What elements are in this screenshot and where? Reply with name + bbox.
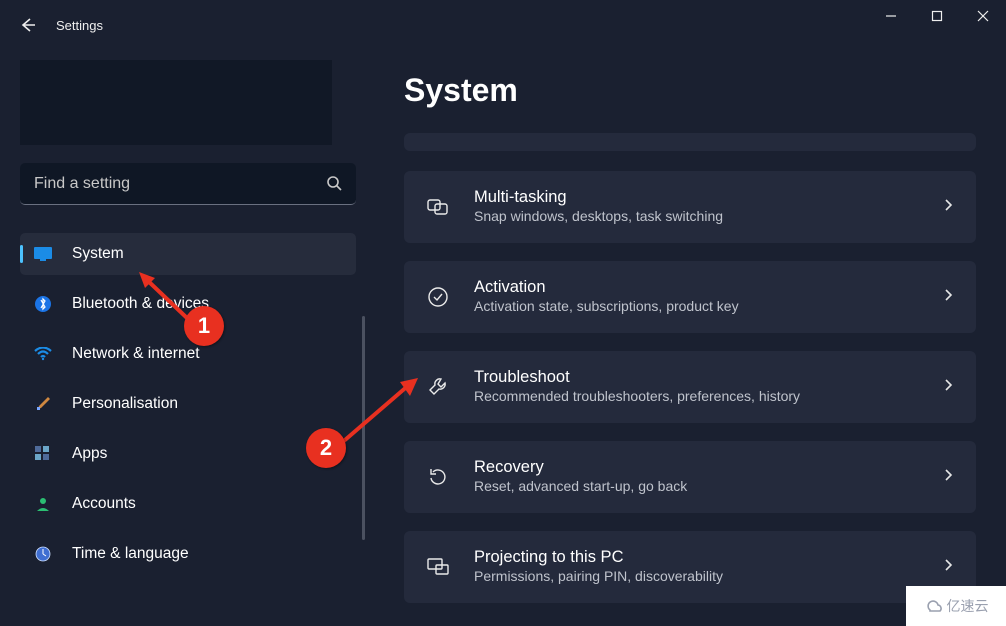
minimize-button[interactable] (868, 1, 914, 31)
wifi-icon (34, 345, 52, 363)
row-recovery[interactable]: Recovery Reset, advanced start-up, go ba… (404, 441, 976, 513)
sidebar: System Bluetooth & devices Network & int… (0, 60, 360, 583)
row-troubleshoot[interactable]: Troubleshoot Recommended troubleshooters… (404, 351, 976, 423)
recovery-icon (426, 465, 450, 489)
chevron-right-icon (942, 198, 954, 216)
sidebar-item-label: Bluetooth & devices (72, 295, 209, 313)
main-content: System Multi-tasking Snap windows, deskt… (404, 72, 976, 621)
sidebar-item-label: Time & language (72, 545, 189, 563)
sidebar-item-label: Personalisation (72, 395, 178, 413)
row-projecting[interactable]: Projecting to this PC Permissions, pairi… (404, 531, 976, 603)
page-title: System (404, 72, 976, 109)
sidebar-item-time-language[interactable]: Time & language (20, 533, 356, 575)
titlebar: Settings (0, 0, 1006, 50)
bluetooth-icon (34, 295, 52, 313)
back-arrow-icon (20, 17, 36, 33)
sidebar-item-label: Apps (72, 445, 107, 463)
minimize-icon (885, 10, 897, 22)
profile-panel (20, 60, 332, 145)
row-desc: Recommended troubleshooters, preferences… (474, 387, 800, 406)
sidebar-item-label: Accounts (72, 495, 136, 513)
row-title: Recovery (474, 458, 687, 478)
annotation-marker-1: 1 (184, 306, 224, 346)
sidebar-item-label: System (72, 245, 124, 263)
clock-globe-icon (34, 545, 52, 563)
sidebar-scrollbar[interactable] (362, 316, 365, 540)
person-icon (34, 495, 52, 513)
projecting-icon (426, 555, 450, 579)
sidebar-item-system[interactable]: System (20, 233, 356, 275)
row-multi-tasking[interactable]: Multi-tasking Snap windows, desktops, ta… (404, 171, 976, 243)
row-title: Activation (474, 278, 739, 298)
close-icon (977, 10, 989, 22)
row-activation[interactable]: Activation Activation state, subscriptio… (404, 261, 976, 333)
row-title: Troubleshoot (474, 368, 800, 388)
sidebar-item-accounts[interactable]: Accounts (20, 483, 356, 525)
close-button[interactable] (960, 1, 1006, 31)
chevron-right-icon (942, 288, 954, 306)
sidebar-item-label: Network & internet (72, 345, 200, 363)
paintbrush-icon (34, 395, 52, 413)
back-button[interactable] (0, 0, 56, 50)
chevron-right-icon (942, 468, 954, 486)
sidebar-nav: System Bluetooth & devices Network & int… (20, 233, 356, 575)
search-field-wrap (20, 163, 356, 205)
sidebar-item-network[interactable]: Network & internet (20, 333, 356, 375)
sidebar-item-apps[interactable]: Apps (20, 433, 356, 475)
search-input[interactable] (20, 163, 356, 205)
sidebar-item-personalisation[interactable]: Personalisation (20, 383, 356, 425)
row-desc: Permissions, pairing PIN, discoverabilit… (474, 567, 723, 586)
search-icon (326, 175, 342, 196)
maximize-icon (931, 10, 943, 22)
window-title: Settings (56, 18, 103, 33)
maximize-button[interactable] (914, 1, 960, 31)
row-title: Projecting to this PC (474, 548, 723, 568)
row-desc: Snap windows, desktops, task switching (474, 207, 723, 226)
annotation-marker-2: 2 (306, 428, 346, 468)
check-circle-icon (426, 285, 450, 309)
multitasking-icon (426, 195, 450, 219)
apps-icon (34, 445, 52, 463)
chevron-right-icon (942, 558, 954, 576)
row-desc: Reset, advanced start-up, go back (474, 477, 687, 496)
row-title: Multi-tasking (474, 188, 723, 208)
row-desc: Activation state, subscriptions, product… (474, 297, 739, 316)
display-icon (34, 245, 52, 263)
settings-row-partial[interactable] (404, 133, 976, 151)
watermark: 亿速云 (906, 586, 1006, 626)
wrench-icon (426, 375, 450, 399)
chevron-right-icon (942, 378, 954, 396)
